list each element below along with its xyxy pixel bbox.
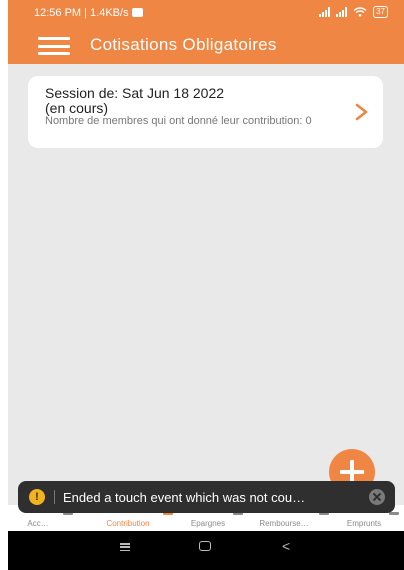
system-nav-bar: <: [8, 531, 404, 570]
session-card[interactable]: Session de: Sat Jun 18 2022 (en cours) N…: [28, 76, 383, 148]
wifi-icon: [353, 7, 367, 17]
toast-message: ! Ended a touch event which was not cou…: [18, 481, 395, 513]
warning-icon: !: [29, 489, 45, 505]
chevron-right-icon[interactable]: [355, 103, 369, 121]
home-button-icon[interactable]: [199, 541, 211, 551]
status-time: 12:56 PM | 1.4KB/s: [34, 7, 143, 19]
toast-text: Ended a touch event which was not cou…: [63, 490, 306, 505]
status-icons: 37: [319, 6, 388, 18]
battery-icon: 37: [373, 6, 388, 18]
back-icon[interactable]: <: [282, 539, 290, 553]
signal-icon: [319, 7, 331, 17]
close-icon[interactable]: [369, 489, 385, 505]
page-title: Cotisations Obligatoires: [90, 35, 277, 54]
session-status: (en cours): [45, 100, 109, 116]
app-bar: Cotisations Obligatoires: [8, 26, 404, 64]
signal-icon: [336, 7, 348, 17]
status-bar: 12:56 PM | 1.4KB/s 37: [8, 0, 404, 26]
session-date: Session de: Sat Jun 18 2022: [45, 85, 225, 101]
notification-icon: [131, 8, 143, 17]
app-screen: 12:56 PM | 1.4KB/s 37 Cotisations Obliga…: [8, 0, 404, 570]
toast-divider: [54, 490, 55, 504]
session-contributors: Nombre de membres qui ont donné leur con…: [45, 115, 312, 127]
menu-icon[interactable]: [38, 37, 70, 55]
recent-apps-icon[interactable]: [120, 543, 130, 551]
